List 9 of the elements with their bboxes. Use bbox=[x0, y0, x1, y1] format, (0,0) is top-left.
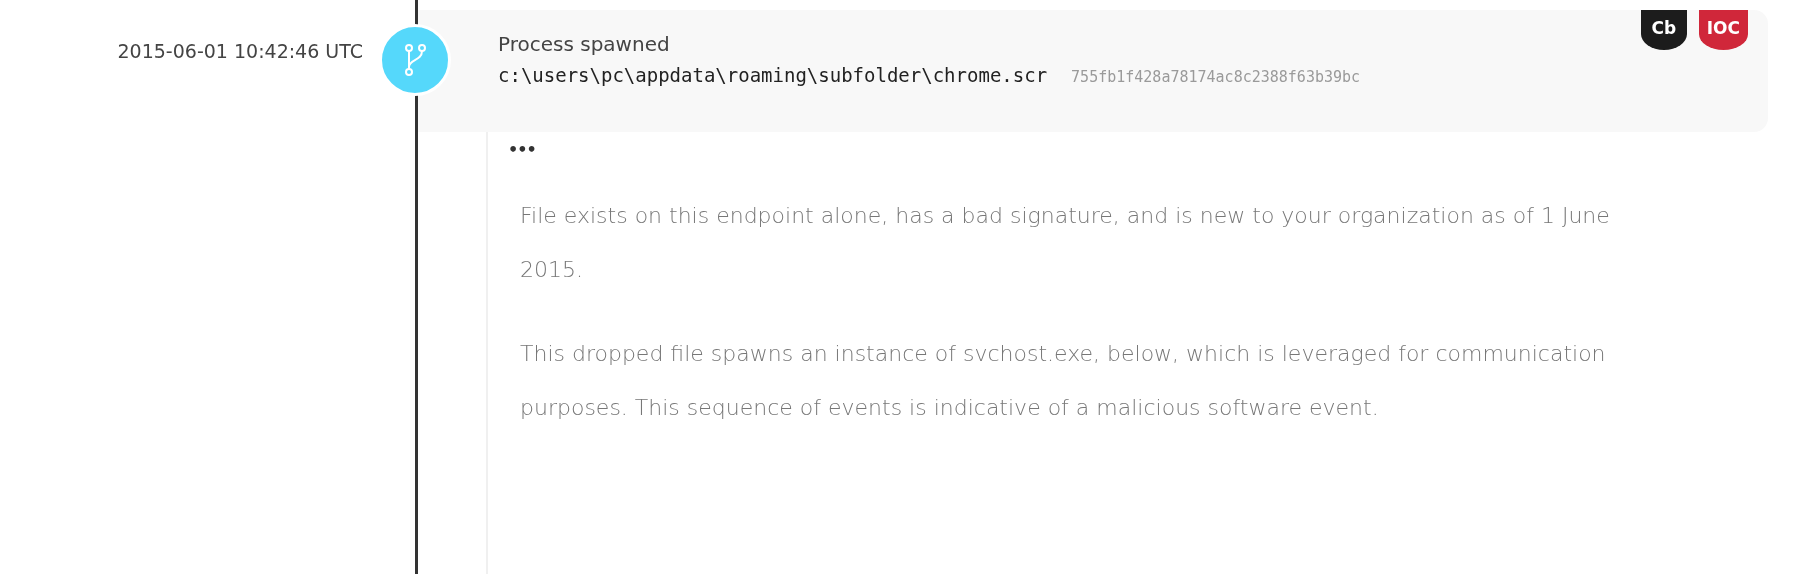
file-hash: 755fb1f428a78174ac8c2388f63b39bc bbox=[1071, 68, 1361, 86]
file-path: c:\users\pc\appdata\roaming\subfolder\chrome.scr bbox=[498, 64, 1048, 86]
description-paragraph: File exists on this endpoint alone, has a bad signature, and is new to your organization as of 1 June 2015. bbox=[520, 202, 1611, 284]
more-dots[interactable]: ••• bbox=[508, 140, 1768, 159]
description-paragraph: This dropped file spawns an instance of svchost.exe, below, which is leveraged for communication purposes. This sequence of events is indicative of a malicious software event. bbox=[520, 340, 1607, 422]
event-timestamp: 2015-06-01 10:42:46 UTC bbox=[117, 40, 363, 62]
source-badge: IOC bbox=[1698, 10, 1748, 50]
source-badge: Cb bbox=[1640, 10, 1687, 50]
event-title: Process spawned bbox=[498, 32, 671, 56]
